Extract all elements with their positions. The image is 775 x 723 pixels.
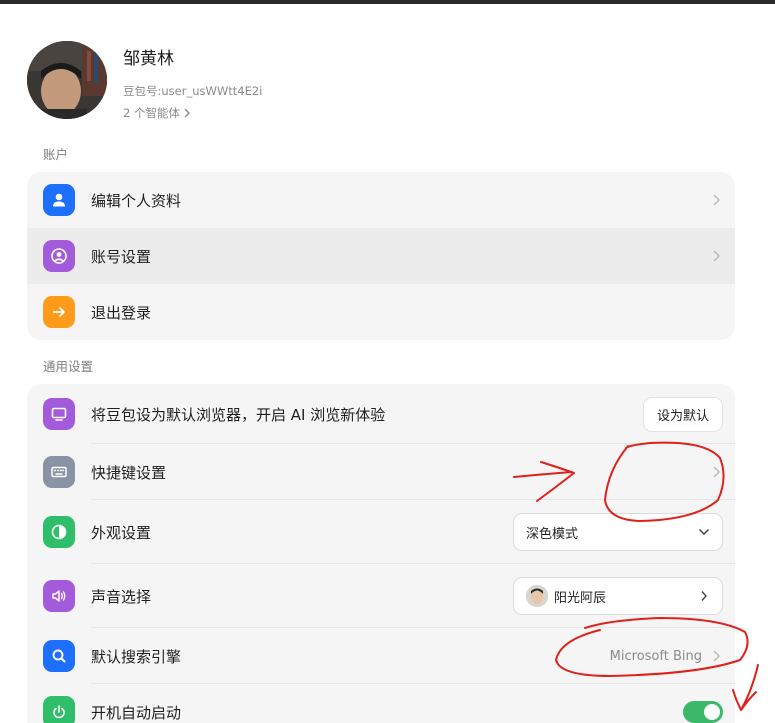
search-engine-label: 默认搜索引擎 [91, 647, 182, 666]
arrow-right-icon [43, 296, 75, 328]
chevron-right-icon [713, 466, 720, 478]
set-default-button[interactable]: 设为默认 [642, 397, 723, 432]
chevron-right-icon [713, 650, 720, 662]
user-name: 邹黄林 [123, 49, 174, 69]
section-title-general: 通用设置 [43, 359, 94, 374]
appearance-item: 外观设置 深色模式 [27, 504, 735, 560]
user-icon [43, 184, 75, 216]
chevron-right-icon [713, 194, 720, 206]
section-title-account: 账户 [43, 147, 69, 162]
account-circle-icon [43, 240, 75, 272]
voice-select[interactable]: 阳光阿辰 [513, 577, 723, 615]
default-browser-item: 将豆包设为默认浏览器，开启 AI 浏览新体验 设为默认 [27, 386, 735, 442]
toggle-knob [704, 704, 720, 720]
voice-item: 声音选择 阳光阿辰 [27, 568, 735, 624]
voice-value: 阳光阿辰 [554, 590, 607, 606]
default-browser-label: 将豆包设为默认浏览器，开启 AI 浏览新体验 [91, 405, 386, 424]
chevron-right-icon [701, 591, 707, 601]
avatar-photo [27, 41, 107, 119]
voice-label: 声音选择 [91, 587, 152, 606]
keyboard-icon [43, 456, 75, 488]
monitor-icon [43, 398, 75, 430]
chevron-right-icon [184, 108, 190, 118]
appearance-value: 深色模式 [526, 526, 579, 542]
account-card: 编辑个人资料 账号设置 退出登录 [27, 172, 735, 340]
divider [91, 499, 735, 500]
shortcuts-label: 快捷键设置 [91, 463, 167, 482]
account-settings-label: 账号设置 [91, 247, 152, 266]
annotation-arrow-down [732, 664, 759, 711]
agents-link-label: 2 个智能体 [123, 106, 180, 120]
window-top-bar [0, 0, 775, 4]
edit-profile-item[interactable]: 编辑个人资料 [27, 172, 735, 228]
chevron-down-icon [698, 528, 710, 536]
search-icon [43, 640, 75, 672]
avatar[interactable] [27, 41, 107, 119]
power-icon [43, 696, 75, 723]
divider [91, 563, 735, 564]
appearance-label: 外观设置 [91, 523, 152, 542]
chevron-right-icon [713, 250, 720, 262]
contrast-icon [43, 516, 75, 548]
user-id: 豆包号:user_usWWtt4E2i [123, 84, 263, 98]
agents-link[interactable]: 2 个智能体 [123, 105, 191, 121]
appearance-select[interactable]: 深色模式 [513, 513, 723, 551]
search-engine-item[interactable]: 默认搜索引擎 Microsoft Bing [27, 628, 735, 684]
autostart-toggle[interactable] [683, 701, 723, 723]
autostart-label: 开机自动启动 [91, 703, 182, 722]
account-settings-item[interactable]: 账号设置 [27, 228, 735, 284]
search-engine-value: Microsoft Bing [609, 648, 702, 664]
general-settings-card: 将豆包设为默认浏览器，开启 AI 浏览新体验 设为默认 快捷键设置 外观设置 深… [27, 384, 735, 723]
speaker-icon [43, 580, 75, 612]
shortcuts-item[interactable]: 快捷键设置 [27, 444, 735, 500]
logout-label: 退出登录 [91, 303, 152, 322]
voice-avatar [526, 585, 548, 607]
logout-item[interactable]: 退出登录 [27, 284, 735, 340]
autostart-item: 开机自动启动 [27, 684, 735, 723]
edit-profile-label: 编辑个人资料 [91, 191, 182, 210]
